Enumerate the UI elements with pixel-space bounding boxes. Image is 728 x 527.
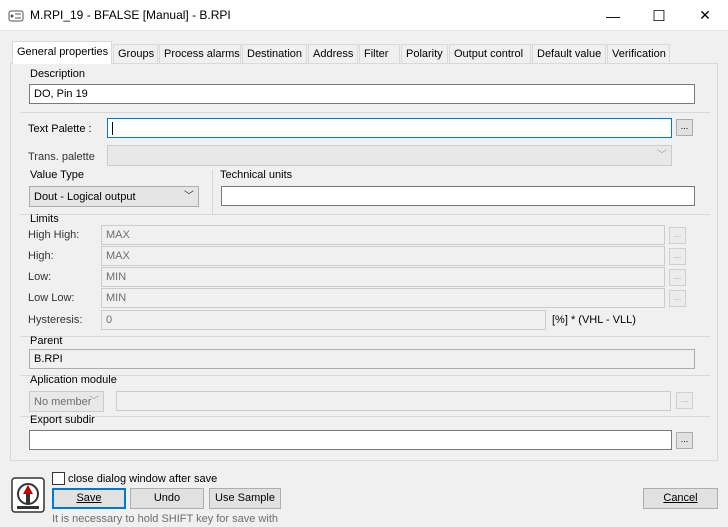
high-high-input[interactable]: MAX <box>101 225 665 245</box>
undo-label: Undo <box>153 492 181 504</box>
trans-palette-label: Trans. palette <box>28 151 95 163</box>
export-subdir-browse-button[interactable]: ... <box>676 432 693 449</box>
cancel-button[interactable]: Cancel <box>643 488 718 509</box>
save-label: Save <box>76 492 102 504</box>
high-input[interactable]: MAX <box>101 246 665 266</box>
vertical-divider <box>212 170 213 214</box>
device-logo-icon <box>11 477 45 513</box>
title-bar: M.RPI_19 - BFALSE [Manual] - B.RPI — ☐ ✕ <box>0 0 728 31</box>
cancel-label: Cancel <box>663 492 698 504</box>
close-button[interactable]: ✕ <box>682 0 728 31</box>
low-label: Low: <box>28 271 52 283</box>
high-high-browse-button[interactable]: ... <box>669 227 686 244</box>
high-browse-button[interactable]: ... <box>669 248 686 265</box>
tag-icon <box>8 8 24 24</box>
application-module-select[interactable]: No member ﹀ <box>29 391 104 412</box>
description-input[interactable]: DO, Pin 19 <box>29 84 695 104</box>
hysteresis-unit: [%] * (VHL - VLL) <box>552 314 636 326</box>
tab-filter[interactable]: Filter <box>359 44 400 63</box>
hysteresis-label: Hysteresis: <box>28 314 83 326</box>
description-label: Description <box>30 68 86 80</box>
close-after-save-label: close dialog window after save <box>68 473 218 485</box>
value-type-select[interactable]: Dout - Logical output ﹀ <box>29 186 199 207</box>
chevron-down-icon: ﹀ <box>184 191 194 202</box>
text-palette-label: Text Palette : <box>28 123 92 135</box>
tab-address[interactable]: Address <box>308 44 358 63</box>
undo-button[interactable]: Undo <box>130 488 204 509</box>
low-low-label: Low Low: <box>28 292 75 304</box>
maximize-icon: ☐ <box>652 7 666 25</box>
parent-label: Parent <box>30 335 63 347</box>
divider <box>20 214 710 215</box>
close-after-save-checkbox[interactable] <box>52 472 65 485</box>
value-type-label: Value Type <box>30 169 85 181</box>
application-module-input[interactable] <box>116 391 671 411</box>
use-sample-button[interactable]: Use Sample <box>209 488 281 509</box>
minimize-icon: — <box>606 7 620 24</box>
text-palette-browse-button[interactable]: ... <box>676 119 693 136</box>
tab-general-properties[interactable]: General properties <box>12 41 112 64</box>
high-high-label: High High: <box>28 229 80 241</box>
chevron-down-icon: ﹀ <box>89 396 99 407</box>
parent-field: B.RPI <box>29 349 695 369</box>
text-cursor <box>112 121 113 135</box>
tab-process-alarms[interactable]: Process alarms <box>159 44 241 63</box>
tab-polarity[interactable]: Polarity <box>401 44 448 63</box>
tab-default-value[interactable]: Default value <box>532 44 606 63</box>
chevron-down-icon: ﹀ <box>657 150 667 161</box>
high-label: High: <box>28 250 54 262</box>
save-hint-text: It is necessary to hold SHIFT key for sa… <box>52 513 278 525</box>
maximize-button[interactable]: ☐ <box>636 0 682 31</box>
export-subdir-label: Export subdir <box>30 414 95 426</box>
trans-palette-select[interactable]: ﹀ <box>107 145 672 166</box>
minimize-button[interactable]: — <box>590 0 636 31</box>
tab-output-control[interactable]: Output control <box>449 44 531 63</box>
low-input[interactable]: MIN <box>101 267 665 287</box>
text-palette-input[interactable] <box>107 118 672 138</box>
technical-units-label: Technical units <box>220 169 293 181</box>
use-sample-label: Use Sample <box>215 492 275 504</box>
divider <box>20 416 710 417</box>
low-browse-button[interactable]: ... <box>669 269 686 286</box>
divider <box>20 336 710 337</box>
divider <box>20 375 710 376</box>
application-module-selected: No member <box>34 396 92 408</box>
window-title: M.RPI_19 - BFALSE [Manual] - B.RPI <box>30 8 231 22</box>
tab-destination[interactable]: Destination <box>242 44 307 63</box>
close-icon: ✕ <box>699 7 711 23</box>
application-module-label: Aplication module <box>30 374 117 386</box>
export-subdir-input[interactable] <box>29 430 672 450</box>
save-button[interactable]: Save <box>52 488 126 509</box>
hysteresis-input[interactable]: 0 <box>101 310 546 330</box>
application-module-browse-button[interactable]: ... <box>676 392 693 409</box>
limits-label: Limits <box>30 213 59 225</box>
tab-groups[interactable]: Groups <box>113 44 158 63</box>
low-low-browse-button[interactable]: ... <box>669 290 686 307</box>
value-type-selected: Dout - Logical output <box>34 191 136 203</box>
low-low-input[interactable]: MIN <box>101 288 665 308</box>
technical-units-input[interactable] <box>221 186 695 206</box>
divider <box>20 112 710 113</box>
tab-verification[interactable]: Verification <box>607 44 670 63</box>
